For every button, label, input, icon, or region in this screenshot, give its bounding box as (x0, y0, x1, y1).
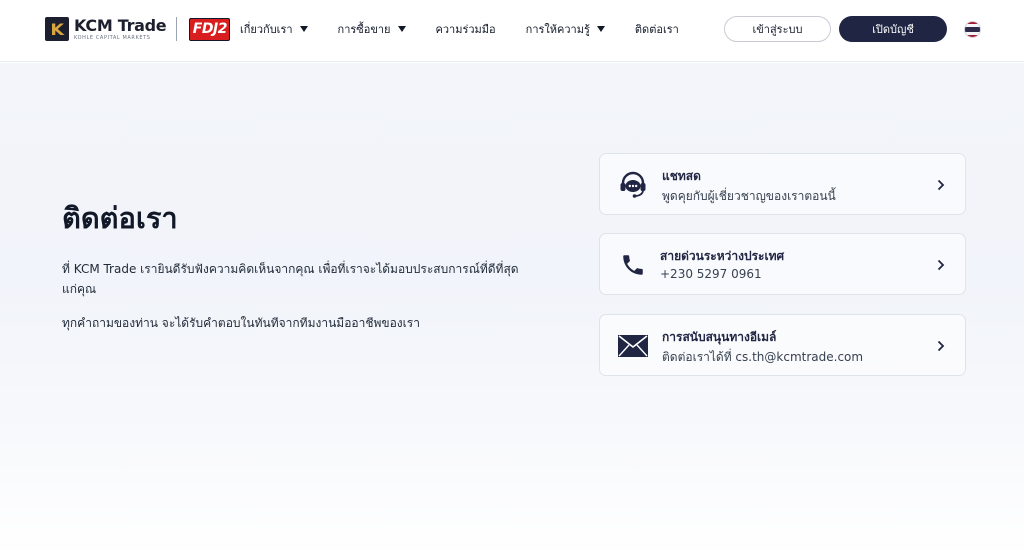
nav-item-contact[interactable]: ติดต่อเรา (635, 20, 679, 38)
headset-chat-icon (617, 169, 649, 201)
open-account-button[interactable]: เปิดบัญชี (839, 16, 947, 42)
caret-down-icon (299, 26, 308, 32)
thailand-flag-icon[interactable] (964, 21, 981, 38)
intro-paragraph: ที่ KCM Trade เรายินดีรับฟังความคิดเห็นจ… (62, 262, 519, 296)
nav-item-label: การซื้อขาย (337, 23, 391, 36)
page-title: ติดต่อเรา (62, 201, 178, 235)
logo-divider (176, 17, 178, 41)
nav-item-label: เกี่ยวกับเรา (240, 23, 293, 36)
nav-item-label: ความร่วมมือ (435, 23, 496, 36)
email-icon (617, 330, 649, 362)
kcm-logo-icon: K (45, 17, 69, 41)
live-chat-card[interactable]: แชทสด พูดคุยกับผู้เชี่ยวชาญของเราตอนนี้ (599, 153, 966, 215)
nav-item-about[interactable]: เกี่ยวกับเรา (240, 20, 308, 38)
partner-logo: FDJ2 (189, 17, 231, 41)
top-navbar: K KCM Trade KOHLE CAPITAL MARKETS FDJ2 เ… (0, 0, 1024, 62)
phone-icon (617, 249, 649, 281)
nav-item-label: ติดต่อเรา (634, 23, 679, 36)
card-subtitle: +230 5297 0961 (660, 267, 762, 281)
email-support-card[interactable]: การสนับสนุนทางอีเมล์ ติดต่อเราได้ที่ cs.… (599, 314, 966, 376)
nav-item-partnership[interactable]: ความร่วมมือ (436, 20, 496, 38)
login-button[interactable]: เข้าสู่ระบบ (724, 16, 831, 42)
chevron-right-icon (935, 258, 947, 272)
brand-logo[interactable]: K KCM Trade KOHLE CAPITAL MARKETS FDJ2 (45, 15, 231, 42)
card-subtitle: พูดคุยกับผู้เชี่ยวชาญของเราตอนนี้ (662, 189, 836, 203)
card-title: การสนับสนุนทางอีเมล์ (662, 330, 777, 344)
caret-down-icon (397, 26, 406, 32)
chevron-right-icon (935, 339, 947, 353)
chevron-right-icon (935, 178, 947, 192)
card-title: แชทสด (662, 169, 701, 183)
caret-down-icon (596, 26, 605, 32)
nav-item-education[interactable]: การให้ความรู้ (526, 20, 605, 38)
contact-section: ติดต่อเรา ที่ KCM Trade เรายินดีรับฟังคว… (0, 63, 1024, 558)
logo-name: KCM Trade (74, 15, 167, 35)
response-paragraph: ทุกคำถามของท่าน จะได้รับคำตอบในทันทีจากท… (62, 316, 420, 330)
hotline-card[interactable]: สายด่วนระหว่างประเทศ +230 5297 0961 (599, 233, 966, 295)
main-nav: เกี่ยวกับเรา การซื้อขาย ความร่วมมือ การใ… (240, 20, 709, 38)
nav-item-label: การให้ความรู้ (525, 23, 590, 36)
nav-item-trading[interactable]: การซื้อขาย (338, 20, 406, 38)
logo-subtitle: KOHLE CAPITAL MARKETS (74, 34, 151, 41)
card-subtitle: ติดต่อเราได้ที่ cs.th@kcmtrade.com (662, 350, 864, 364)
card-title: สายด่วนระหว่างประเทศ (660, 249, 785, 263)
